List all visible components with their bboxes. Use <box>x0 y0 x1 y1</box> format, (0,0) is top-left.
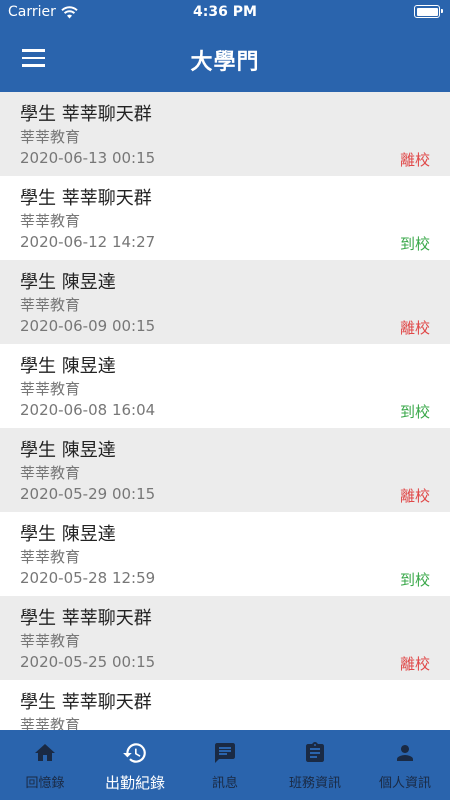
student-name: 學生 莘莘聊天群 <box>20 692 152 713</box>
list-item[interactable]: 學生 陳昱達 莘莘教育 2020-06-08 16:04 到校 <box>0 344 450 428</box>
organization: 莘莘教育 <box>20 464 81 482</box>
list-item[interactable]: 學生 莘莘聊天群 莘莘教育 2020-06-13 00:15 離校 <box>0 92 450 176</box>
student-name: 學生 莘莘聊天群 <box>20 608 152 629</box>
status-badge: 到校 <box>399 571 430 589</box>
home-icon <box>32 740 58 766</box>
timestamp: 2020-05-29 00:15 <box>20 485 156 503</box>
page-title: 大學門 <box>190 50 260 75</box>
student-name: 學生 莘莘聊天群 <box>20 188 152 209</box>
organization: 莘莘教育 <box>20 296 81 314</box>
tab-label: 個人資訊 <box>378 776 431 791</box>
tab-profile[interactable]: 個人資訊 <box>360 730 450 800</box>
student-name: 學生 陳昱達 <box>20 356 116 377</box>
organization: 莘莘教育 <box>20 716 81 730</box>
timestamp: 2020-05-28 12:59 <box>20 569 156 587</box>
status-badge: 到校 <box>399 403 430 421</box>
student-name: 學生 莘莘聊天群 <box>20 104 152 125</box>
student-name: 學生 陳昱達 <box>20 524 116 545</box>
tab-memoir[interactable]: 回憶錄 <box>0 730 90 800</box>
tab-messages[interactable]: 訊息 <box>180 730 270 800</box>
status-badge: 離校 <box>399 487 430 505</box>
status-badge: 到校 <box>399 235 430 253</box>
tab-label: 回憶錄 <box>25 776 65 791</box>
organization: 莘莘教育 <box>20 128 81 146</box>
organization: 莘莘教育 <box>20 380 81 398</box>
status-badge: 離校 <box>399 655 430 673</box>
list-item[interactable]: 學生 陳昱達 莘莘教育 2020-05-29 00:15 離校 <box>0 428 450 512</box>
attendance-list[interactable]: 學生 莘莘聊天群 莘莘教育 2020-06-13 00:15 離校 學生 莘莘聊… <box>0 92 450 730</box>
battery-icon <box>414 5 443 18</box>
timestamp: 2020-06-08 16:04 <box>20 401 156 419</box>
student-name: 學生 陳昱達 <box>20 272 116 293</box>
timestamp: 2020-06-13 00:15 <box>20 149 156 167</box>
student-name: 學生 陳昱達 <box>20 440 116 461</box>
organization: 莘莘教育 <box>20 632 81 650</box>
status-badge: 離校 <box>399 319 430 337</box>
organization: 莘莘教育 <box>20 212 81 230</box>
timestamp: 2020-06-09 00:15 <box>20 317 156 335</box>
tab-label: 班務資訊 <box>288 776 341 791</box>
message-icon <box>212 740 238 766</box>
status-bar: Carrier 4:36 PM <box>0 0 450 24</box>
clock: 4:36 PM <box>193 4 257 20</box>
list-item[interactable]: 學生 陳昱達 莘莘教育 2020-06-09 00:15 離校 <box>0 260 450 344</box>
person-icon <box>392 740 418 766</box>
organization: 莘莘教育 <box>20 548 81 566</box>
status-badge: 離校 <box>399 151 430 169</box>
list-item[interactable]: 學生 陳昱達 莘莘教育 2020-05-28 12:59 到校 <box>0 512 450 596</box>
tab-label: 訊息 <box>211 776 238 791</box>
bottom-tab-bar: 回憶錄 出勤紀錄 訊息 班務資訊 個人資訊 <box>0 730 450 800</box>
tab-attendance[interactable]: 出勤紀錄 <box>90 730 180 800</box>
list-item[interactable]: 學生 莘莘聊天群 莘莘教育 2020-06-12 14:27 到校 <box>0 176 450 260</box>
app-header: 大學門 <box>0 24 450 92</box>
history-icon <box>122 740 148 766</box>
timestamp: 2020-05-25 00:15 <box>20 653 156 671</box>
list-item[interactable]: 學生 莘莘聊天群 莘莘教育 2020-05-25 00:15 離校 <box>0 596 450 680</box>
tab-class-info[interactable]: 班務資訊 <box>270 730 360 800</box>
timestamp: 2020-06-12 14:27 <box>20 233 156 251</box>
list-item[interactable]: 學生 莘莘聊天群 莘莘教育 <box>0 680 450 730</box>
tab-label: 出勤紀錄 <box>104 774 165 792</box>
clipboard-icon <box>302 740 328 766</box>
